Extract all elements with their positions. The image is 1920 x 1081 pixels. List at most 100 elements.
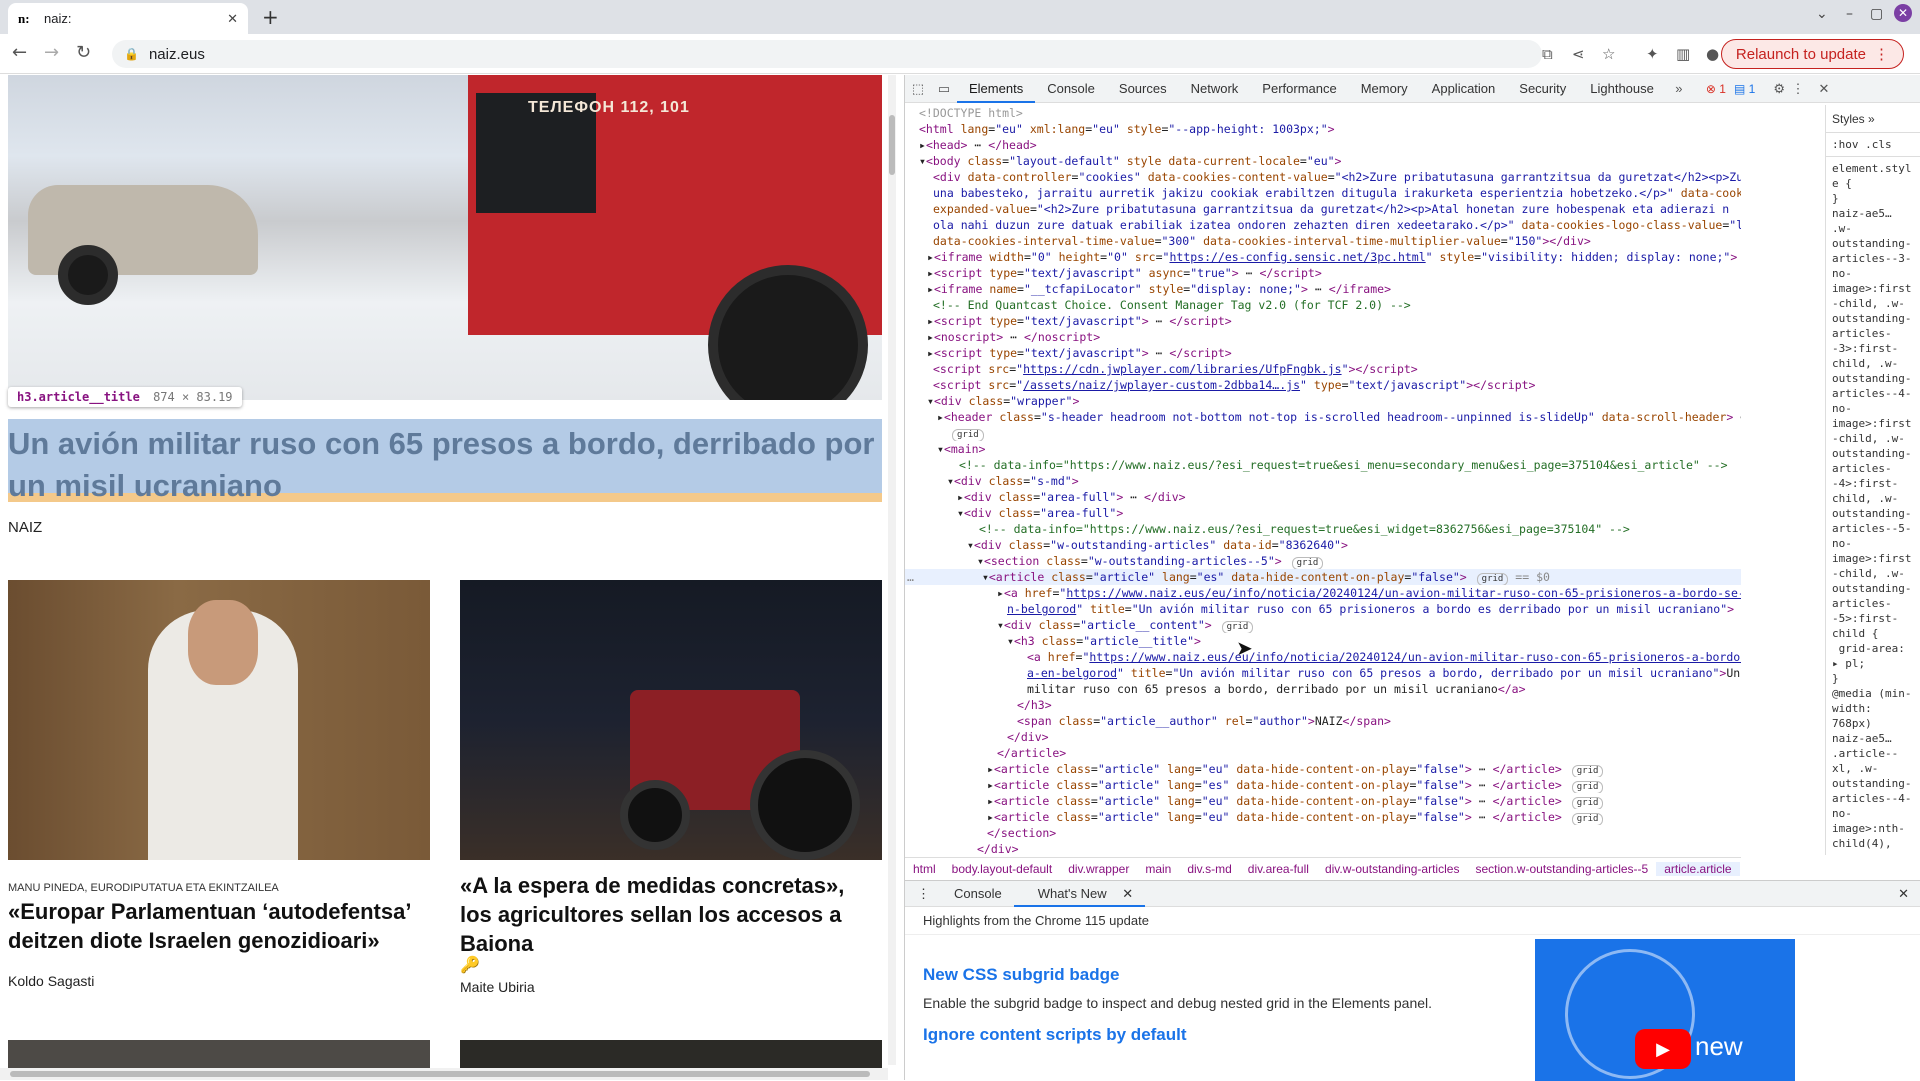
breadcrumb-item[interactable]: div.w-outstanding-articles bbox=[1317, 862, 1468, 876]
bookmark-star-icon[interactable]: ☆ bbox=[1602, 45, 1615, 63]
drawer-tab-whatsnew-label: What's New bbox=[1037, 885, 1107, 901]
whatsnew-item-desc: Enable the subgrid badge to inspect and … bbox=[923, 995, 1433, 1011]
tooltip-size: 874 × 83.19 bbox=[153, 390, 233, 404]
back-icon[interactable]: ← bbox=[12, 42, 27, 63]
browser-tab[interactable]: n: naiz: ✕ bbox=[8, 3, 248, 34]
close-drawer-icon[interactable]: ✕ bbox=[1886, 886, 1920, 902]
breadcrumb-item[interactable]: main bbox=[1137, 862, 1179, 876]
close-tab-icon[interactable]: ✕ bbox=[227, 11, 238, 27]
tab-security[interactable]: Security bbox=[1507, 75, 1578, 103]
styles-tab[interactable]: Styles bbox=[1832, 112, 1865, 126]
drawer-tab-console[interactable]: Console bbox=[942, 886, 1014, 901]
tab-network[interactable]: Network bbox=[1179, 75, 1251, 103]
message-count: 1 bbox=[1748, 81, 1756, 96]
close-window-icon[interactable]: ✕ bbox=[1894, 4, 1912, 22]
styles-tab-header[interactable]: Styles » bbox=[1826, 105, 1920, 133]
breadcrumb-item[interactable]: div.wrapper bbox=[1060, 862, 1137, 876]
settings-gear-icon[interactable]: ⚙ bbox=[1773, 81, 1785, 97]
main-article-author: NAIZ bbox=[8, 519, 43, 536]
article2-title[interactable]: «Europar Parlamentuan ‘autodefentsa’ dei… bbox=[8, 897, 430, 955]
new-tab-icon[interactable]: + bbox=[262, 5, 279, 29]
tab-lighthouse[interactable]: Lighthouse bbox=[1578, 75, 1666, 103]
favicon-icon: n: bbox=[18, 10, 30, 26]
article2-author: Koldo Sagasti bbox=[8, 973, 95, 989]
close-devtools-icon[interactable]: ✕ bbox=[1811, 81, 1837, 97]
scrollbar-thumb[interactable] bbox=[889, 115, 895, 175]
scrollbar-thumb[interactable] bbox=[10, 1071, 870, 1077]
address-bar[interactable]: 🔒 naiz.eus bbox=[112, 40, 1542, 68]
forward-icon[interactable]: → bbox=[44, 42, 59, 63]
whatsnew-item-title[interactable]: Ignore content scripts by default bbox=[923, 1025, 1187, 1045]
breadcrumb-item-current[interactable]: article.article bbox=[1656, 861, 1740, 876]
breadcrumb-item[interactable]: html bbox=[905, 862, 944, 876]
drawer-menu-icon[interactable]: ⋮ bbox=[905, 886, 942, 902]
tab-sources[interactable]: Sources bbox=[1107, 75, 1179, 103]
tab-search-icon[interactable]: ⌄ bbox=[1816, 6, 1828, 22]
maximize-icon[interactable]: ▢ bbox=[1870, 6, 1883, 22]
error-count-badge[interactable]: ⊗ 1 bbox=[1706, 82, 1726, 96]
article3-title[interactable]: «A la espera de medidas concretas», los … bbox=[460, 871, 882, 958]
whatsnew-video-thumbnail[interactable]: ▶ new bbox=[1535, 939, 1795, 1081]
truck-phone-text: ТЕЛЕФОН 112, 101 bbox=[528, 99, 690, 116]
page-horizontal-scrollbar[interactable] bbox=[0, 1068, 888, 1080]
car-wheel bbox=[58, 245, 118, 305]
extensions-icon[interactable]: ✦ bbox=[1646, 45, 1659, 63]
styles-rules: element.style { } naiz-ae5… .w-outstandi… bbox=[1832, 162, 1912, 855]
breadcrumb-item[interactable]: div.s-md bbox=[1179, 862, 1239, 876]
whatsnew-image-text: new bbox=[1695, 1031, 1743, 1061]
device-toggle-icon[interactable]: ▭ bbox=[931, 81, 957, 97]
devtools-drawer: ⋮ Console What's New ✕ ✕ Highlights from… bbox=[905, 880, 1920, 1081]
share-icon[interactable]: ⋖ bbox=[1572, 45, 1585, 63]
whatsnew-item-title[interactable]: New CSS subgrid badge bbox=[923, 965, 1119, 985]
tractor-front-wheel bbox=[620, 780, 690, 850]
tractor-wheel bbox=[750, 750, 860, 860]
page-vertical-scrollbar[interactable] bbox=[888, 75, 896, 1065]
mouse-cursor-icon: ➤ bbox=[1236, 636, 1253, 660]
breadcrumb-item[interactable]: section.w-outstanding-articles--5 bbox=[1467, 862, 1656, 876]
profile-icon[interactable]: ● bbox=[1706, 45, 1719, 63]
translate-icon[interactable]: ⧉ bbox=[1542, 45, 1553, 63]
breadcrumb-item[interactable]: div.area-full bbox=[1240, 862, 1317, 876]
side-panel-icon[interactable]: ▥ bbox=[1676, 45, 1690, 63]
tab-title: naiz: bbox=[44, 11, 72, 26]
more-tabs-icon[interactable]: » bbox=[1666, 81, 1692, 96]
web-page: ТЕЛЕФОН 112, 101 h3.article__title 874 ×… bbox=[0, 75, 896, 1080]
play-icon[interactable]: ▶ bbox=[1635, 1029, 1691, 1069]
lock-icon: 🔒 bbox=[124, 47, 139, 61]
hero-image[interactable]: ТЕЛЕФОН 112, 101 bbox=[8, 75, 882, 400]
inspect-tooltip: h3.article__title 874 × 83.19 bbox=[8, 387, 242, 407]
tab-strip: n: naiz: ✕ + ⌄ – ▢ ✕ bbox=[0, 0, 1920, 34]
reload-icon[interactable]: ↻ bbox=[76, 42, 91, 63]
relaunch-button[interactable]: Relaunch to update ⋮ bbox=[1720, 39, 1904, 69]
url-text: naiz.eus bbox=[148, 45, 205, 63]
message-count-badge[interactable]: ▤ 1 bbox=[1734, 82, 1755, 96]
inspect-element-icon[interactable]: ⬚ bbox=[905, 81, 931, 97]
tab-performance[interactable]: Performance bbox=[1250, 75, 1348, 103]
devtools-panel: ⬚ ▭ Elements Console Sources Network Per… bbox=[904, 75, 1920, 1081]
dom-tree[interactable]: <!DOCTYPE html> <html lang="eu" xml:lang… bbox=[905, 105, 1741, 855]
article3-image[interactable] bbox=[460, 580, 882, 860]
devtools-menu-icon[interactable]: ⋮ bbox=[1785, 81, 1811, 97]
drawer-tab-whatsnew[interactable]: What's New ✕ bbox=[1013, 881, 1146, 907]
article2-kicker: MANU PINEDA, EURODIPUTATUA ETA EKINTZAIL… bbox=[8, 882, 279, 894]
tab-console[interactable]: Console bbox=[1035, 75, 1107, 103]
styles-filter[interactable]: :hov .cls bbox=[1826, 133, 1920, 157]
tab-memory[interactable]: Memory bbox=[1349, 75, 1420, 103]
drawer-tabs: ⋮ Console What's New ✕ ✕ bbox=[905, 881, 1920, 907]
menu-icon: ⋮ bbox=[1874, 46, 1889, 63]
styles-pane: Styles » :hov .cls element.style { } nai… bbox=[1825, 105, 1920, 855]
article2-image[interactable] bbox=[8, 580, 430, 860]
article3-author: Maite Ubiria bbox=[460, 979, 535, 995]
relaunch-label: Relaunch to update bbox=[1735, 45, 1866, 63]
browser-toolbar: ← → ↻ 🔒 naiz.eus ⧉ ⋖ ☆ ✦ ▥ ● Relaunch to… bbox=[0, 34, 1920, 74]
highlighted-article-title[interactable]: Un avión militar ruso con 65 presos a bo… bbox=[8, 419, 882, 503]
minimize-icon[interactable]: – bbox=[1846, 6, 1853, 22]
key-icon: 🔑 bbox=[460, 955, 480, 974]
tab-application[interactable]: Application bbox=[1420, 75, 1508, 103]
main-article-title[interactable]: Un avión militar ruso con 65 presos a bo… bbox=[8, 419, 882, 507]
person-head-shape bbox=[188, 600, 258, 685]
tab-elements[interactable]: Elements bbox=[957, 75, 1036, 103]
dom-breadcrumbs: html body.layout-default div.wrapper mai… bbox=[905, 857, 1741, 879]
breadcrumb-item[interactable]: body.layout-default bbox=[944, 862, 1061, 876]
error-count: 1 bbox=[1719, 81, 1726, 96]
